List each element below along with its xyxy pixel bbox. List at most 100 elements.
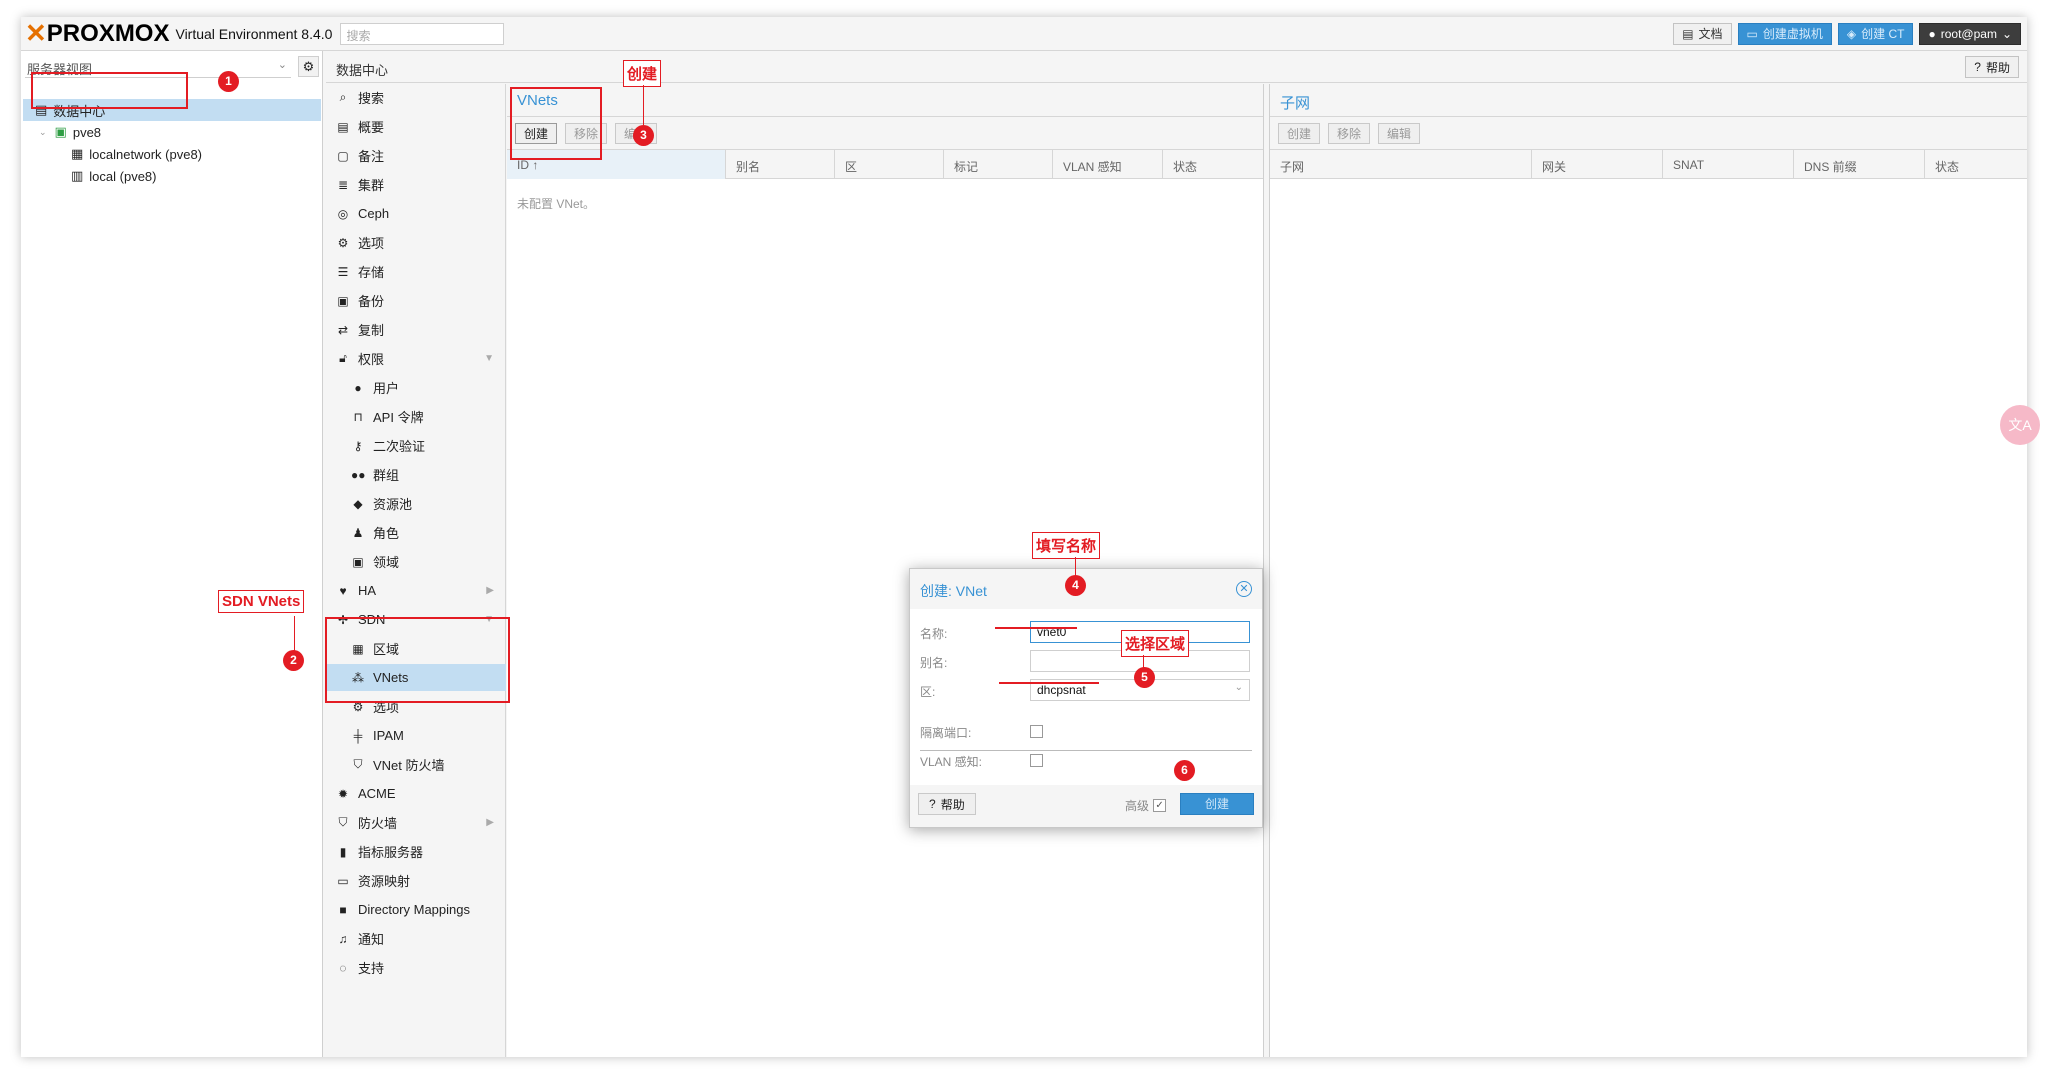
annotation-tag-create: 创建 (623, 60, 662, 87)
search-input[interactable]: 搜索 (340, 22, 505, 45)
menu-item-resource-mappings[interactable]: ▭ 资源映射 (326, 867, 506, 894)
grid-icon: ▦ (71, 146, 84, 161)
chevron-right-icon: ▶ (486, 817, 494, 828)
close-icon[interactable]: ✕ (1236, 581, 1252, 597)
column-header-tag[interactable]: 标记 (944, 150, 1053, 179)
dialog-create-button[interactable]: 创建 (1180, 793, 1254, 815)
name-label: 名称: (920, 627, 948, 641)
vlan-aware-checkbox[interactable] (1030, 754, 1043, 767)
dialog-footer: ? 帮助 高级 ✓ 创建 (910, 785, 1262, 827)
tree-item-network[interactable]: ▦ localnetwork (pve8) (71, 143, 202, 165)
column-header-subnet-state[interactable]: 状态 (1925, 150, 2025, 179)
ipam-icon: ╪ (353, 728, 363, 743)
menu-item-api-tokens[interactable]: ⊓ API 令牌 (326, 403, 506, 430)
translate-icon[interactable]: 文A (2000, 405, 2040, 445)
menu-item-notes[interactable]: ▢ 备注 (326, 142, 506, 169)
subnet-remove-button[interactable]: 移除 (1328, 122, 1371, 144)
isolate-ports-label: 隔离端口: (920, 726, 972, 740)
subnet-edit-button[interactable]: 编辑 (1378, 122, 1421, 144)
menu-item-cluster[interactable]: ≣ 集群 (326, 171, 506, 198)
user-icon: ● (1928, 26, 1936, 41)
tree-item-storage[interactable]: ▥ local (pve8) (71, 165, 157, 187)
shield-icon: ⛉ (353, 757, 363, 771)
menu-item-search[interactable]: ⌕ 搜索 (326, 84, 506, 111)
question-icon: ? (929, 797, 936, 811)
subnet-create-button[interactable]: 创建 (1278, 122, 1321, 144)
help-button[interactable]: ? 帮助 (1965, 56, 2019, 78)
note-icon: ▢ (337, 148, 349, 163)
chevron-down-icon: ⌄ (1234, 682, 1243, 693)
retweet-icon: ⇄ (337, 322, 349, 337)
menu-item-pools[interactable]: ◆ 资源池 (326, 490, 506, 517)
column-header-vlan-aware[interactable]: VLAN 感知 (1053, 150, 1163, 179)
user-icon: ● (354, 380, 362, 395)
menu-item-permissions[interactable]: 🔓︎ 权限 ▼ (326, 345, 506, 372)
menu-item-directory-mappings[interactable]: ■ Directory Mappings (326, 896, 506, 923)
column-header-state[interactable]: 状态 (1163, 150, 1263, 179)
menu-item-summary[interactable]: ▤ 概要 (326, 113, 506, 140)
menu-item-options[interactable]: ⚙ 选项 (326, 229, 506, 256)
question-icon: ? (1974, 60, 1981, 74)
user-menu-button[interactable]: ● root@pam ⌄ (1919, 22, 2021, 45)
docs-button[interactable]: ▤ 文档 (1673, 22, 1732, 45)
menu-item-ipam[interactable]: ╪ IPAM (326, 722, 506, 749)
tree-item-node[interactable]: ⌄ ▣ pve8 (39, 121, 101, 143)
menu-item-ha[interactable]: ♥ HA ▶ (326, 577, 506, 604)
bar-chart-icon: ▮ (339, 844, 347, 859)
column-header-dns-prefix[interactable]: DNS 前缀 (1794, 150, 1925, 179)
annotation-box-sdn (325, 617, 510, 703)
column-header-gateway[interactable]: 网关 (1532, 150, 1663, 179)
node-online-icon: ▣ (54, 124, 67, 139)
chevron-right-icon: ▶ (486, 585, 494, 596)
column-header-alias[interactable]: 别名 (726, 150, 835, 179)
chevron-down-icon: ⌄ (2001, 26, 2012, 41)
bell-icon: ♫ (338, 931, 348, 946)
dialog-help-button[interactable]: ? 帮助 (918, 793, 976, 815)
column-header-subnet[interactable]: 子网 (1270, 150, 1532, 179)
vnets-empty-text: 未配置 VNet。 (517, 197, 596, 211)
menu-item-metric-server[interactable]: ▮ 指标服务器 (326, 838, 506, 865)
create-ct-button[interactable]: ◈ 创建 CT (1837, 22, 1914, 45)
menu-item-acme[interactable]: ✹ ACME (326, 780, 506, 807)
create-vnet-dialog: 创建: VNet ✕ 名称: vnet0 别名: 区: dhcpsnat ⌄ 隔… (909, 568, 1263, 828)
folder-icon: ▭ (337, 873, 349, 888)
menu-item-roles[interactable]: ♟ 角色 (326, 519, 506, 546)
annotation-box-datacenter (31, 72, 188, 109)
male-icon: ♟ (352, 525, 364, 540)
menu-item-realms[interactable]: ▣ 领域 (326, 548, 506, 575)
subnets-title: 子网 (1270, 84, 2027, 117)
vnets-grid-header: ID ↑ 别名 区 标记 VLAN 感知 状态 (507, 150, 1263, 179)
menu-item-notifications[interactable]: ♫ 通知 (326, 925, 506, 952)
key-icon: ⚷ (353, 438, 363, 453)
folder-icon: ■ (339, 902, 347, 917)
vnets-title: VNets (507, 84, 1263, 117)
users-icon: ●● (351, 467, 366, 482)
resource-tree: 服务器视图 ⌄ ⚙ ▤ 数据中心 ⌄ ▣ pve8 ▦ localnetwork… (21, 51, 323, 1057)
annotation-step-5: 5 (1134, 667, 1155, 688)
create-vm-button[interactable]: ▭ 创建虚拟机 (1737, 22, 1832, 45)
menu-item-vnet-firewall[interactable]: ⛉ VNet 防火墙 (326, 751, 506, 778)
menu-item-backup[interactable]: ▣ 备份 (326, 287, 506, 314)
shield-icon: ⛉ (338, 815, 348, 829)
isolate-ports-checkbox[interactable] (1030, 725, 1043, 738)
menu-item-groups[interactable]: ●● 群组 (326, 461, 506, 488)
menu-item-support[interactable]: ◌ 支持 (326, 954, 506, 981)
column-header-zone[interactable]: 区 (835, 150, 944, 179)
advanced-toggle[interactable]: 高级 ✓ (1125, 797, 1167, 814)
menu-item-tfa[interactable]: ⚷ 二次验证 (326, 432, 506, 459)
search-icon: ⌕ (339, 90, 347, 104)
comments-icon: ◌ (339, 960, 347, 975)
menu-item-ceph[interactable]: ◎ Ceph (326, 200, 506, 227)
menu-item-users[interactable]: ● 用户 (326, 374, 506, 401)
subnets-grid-header: 子网 网关 SNAT DNS 前缀 状态 (1270, 150, 2027, 179)
menu-item-firewall[interactable]: ⛉ 防火墙 ▶ (326, 809, 506, 836)
annotation-step-3: 3 (633, 125, 654, 146)
top-bar: ✕ PROXMOX Virtual Environment 8.4.0 搜索 ▤ 文… (21, 17, 2027, 51)
menu-item-replication[interactable]: ⇄ 复制 (326, 316, 506, 343)
lock-icon: ⊓ (353, 409, 363, 424)
subnets-panel: 子网 创建 移除 编辑 子网 网关 SNAT DNS 前缀 状态 (1269, 84, 2027, 1057)
gear-icon[interactable]: ⚙ (298, 56, 319, 77)
menu-item-storage[interactable]: ☰ 存储 (326, 258, 506, 285)
column-header-snat[interactable]: SNAT (1663, 150, 1794, 179)
desktop-icon: ▭ (1746, 26, 1758, 41)
